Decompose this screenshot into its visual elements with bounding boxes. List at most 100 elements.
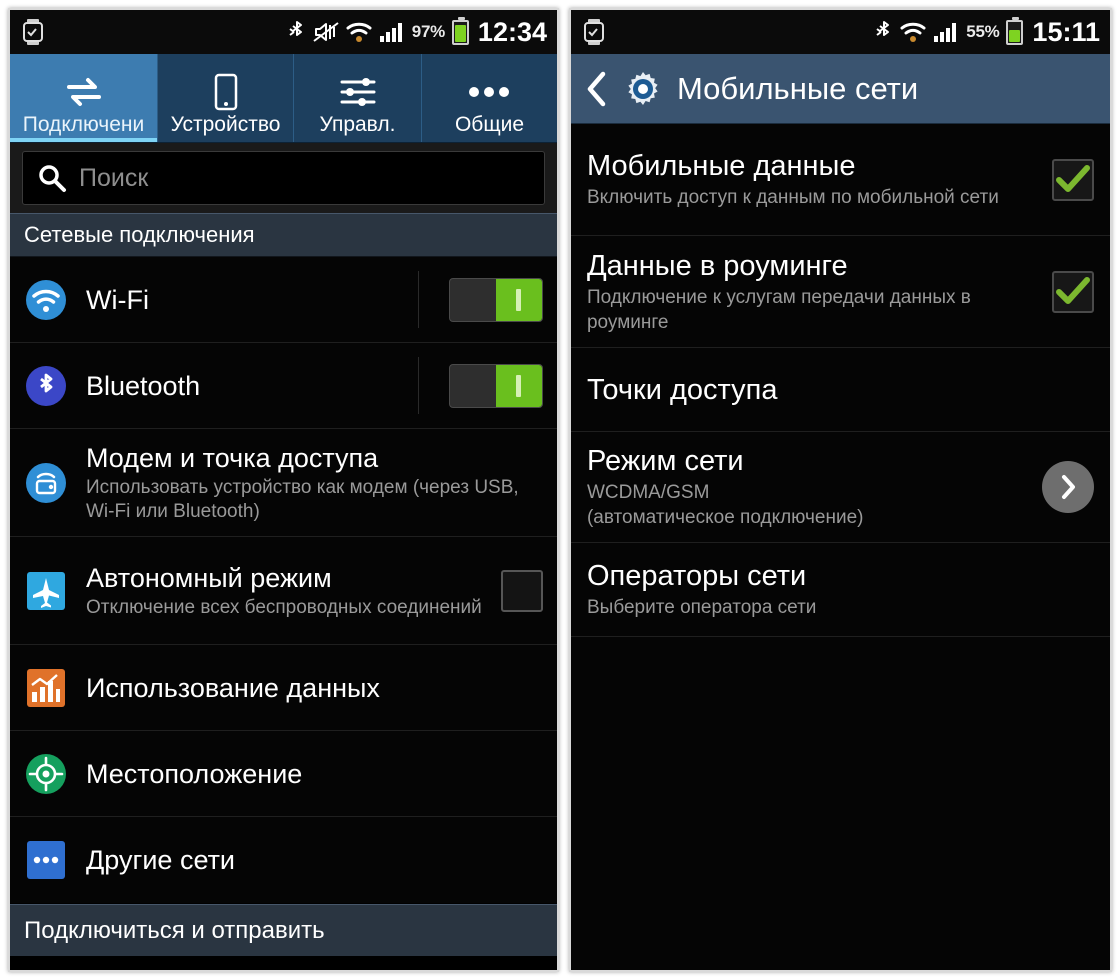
network-mode-arrow-button[interactable] <box>1042 461 1094 513</box>
list-item-network-mode[interactable]: Режим сети WCDMA/GSM (автоматическое под… <box>570 432 1110 543</box>
section-header-network-connections: Сетевые подключения <box>10 213 557 257</box>
tab-connections[interactable]: Подключени <box>10 54 158 142</box>
mobile-data-checkbox[interactable] <box>1052 158 1094 201</box>
tethering-hotspot-icon <box>24 461 68 505</box>
tab-general[interactable]: Общие <box>422 54 557 142</box>
bottom-bar-connect-and-share[interactable]: Подключиться и отправить <box>10 904 557 956</box>
search-placeholder: Поиск <box>79 163 149 192</box>
airplane-mode-checkbox[interactable] <box>500 569 543 612</box>
settings-tab-bar: Подключени Устройство Управл. Общие <box>10 54 557 143</box>
list-item-subtitle: Включить доступ к данным по мобильной се… <box>586 187 999 208</box>
list-item-network-operators[interactable]: Операторы сети Выберите оператора сети <box>570 543 1110 637</box>
list-item-title: Операторы сети <box>586 560 807 592</box>
more-dots-icon <box>466 72 512 112</box>
status-bar-left-icons <box>22 19 44 45</box>
bluetooth-icon <box>288 19 306 45</box>
list-item-title: Мобильные данные <box>586 150 856 182</box>
right-status-bar: 55% 15:11 <box>570 10 1110 54</box>
location-target-icon <box>24 752 68 796</box>
connections-arrows-icon <box>63 72 105 112</box>
sound-muted-icon <box>313 20 339 44</box>
bottom-bar-label: Подключиться и отправить <box>24 916 325 944</box>
list-item-title: Другие сети <box>86 845 236 875</box>
empty-list-area <box>570 637 1110 970</box>
more-networks-dots-icon <box>24 838 68 882</box>
toggle-knob <box>495 278 542 321</box>
status-bar-right-icons: 97% 12:34 <box>288 16 547 47</box>
wifi-icon <box>900 20 926 44</box>
chevron-right-icon[interactable] <box>1042 461 1094 513</box>
status-bar-clock: 15:11 <box>1032 16 1100 47</box>
screenshot-root: 97% 12:34 Подключени Устройство Управл. … <box>0 0 1120 980</box>
list-item-data-roaming[interactable]: Данные в роуминге Подключение к услугам … <box>570 236 1110 348</box>
signal-bars-icon <box>933 20 959 44</box>
tab-device[interactable]: Устройство <box>158 54 294 142</box>
left-status-bar: 97% 12:34 <box>10 10 557 54</box>
list-item-subtitle: Выберите оператора сети <box>586 597 817 618</box>
battery-percent-label: 55% <box>966 22 1000 41</box>
list-item-text: Модем и точка доступа Использовать устро… <box>86 430 543 536</box>
list-item-other-networks[interactable]: Другие сети <box>10 817 557 903</box>
checkbox-unchecked[interactable] <box>500 569 543 612</box>
data-roaming-checkbox[interactable] <box>1052 270 1094 313</box>
list-item-text: Местоположение <box>86 746 543 802</box>
tab-controls-label: Управл. <box>319 113 396 136</box>
checkbox-checked[interactable] <box>1052 158 1094 201</box>
row-divider <box>417 271 419 328</box>
smartwatch-icon <box>583 19 605 45</box>
page-title: Мобильные сети <box>676 70 919 106</box>
toggle-switch[interactable] <box>448 277 543 322</box>
settings-gear-icon[interactable] <box>623 69 663 109</box>
list-item-text: Wi-Fi <box>86 272 418 328</box>
list-item-access-points[interactable]: Точки доступа <box>570 348 1110 432</box>
data-usage-chart-icon <box>24 666 68 710</box>
bluetooth-icon <box>24 364 68 408</box>
list-item-title: Местоположение <box>86 758 303 789</box>
list-item-text: Bluetooth <box>86 358 418 414</box>
list-item-mobile-data[interactable]: Мобильные данные Включить доступ к данны… <box>570 124 1110 236</box>
status-bar-left-icons <box>583 19 605 45</box>
tab-general-label: Общие <box>454 113 525 136</box>
search-input[interactable]: Поиск <box>22 151 545 205</box>
list-item-text: Автономный режим Отключение всех беспров… <box>86 550 487 632</box>
list-item-bluetooth[interactable]: Bluetooth <box>10 343 557 429</box>
list-item-location[interactable]: Местоположение <box>10 731 557 817</box>
list-item-text: Другие сети <box>86 832 543 888</box>
list-item-title: Bluetooth <box>86 370 201 401</box>
list-item-subtitle: Использовать устройство как модем (через… <box>86 476 519 522</box>
list-item-text: Данные в роуминге Подключение к услугам … <box>587 237 1036 347</box>
list-item-data-usage[interactable]: Использование данных <box>10 645 557 731</box>
search-bar-container: Поиск <box>10 143 557 213</box>
list-item-subtitle: Подключение к услугам передачи данных в … <box>586 286 971 333</box>
checkbox-checked[interactable] <box>1052 270 1094 313</box>
list-item-title: Wi-Fi <box>86 284 149 315</box>
tab-controls[interactable]: Управл. <box>294 54 422 142</box>
list-item-title: Модем и точка доступа <box>86 442 379 473</box>
list-item-airplane-mode[interactable]: Автономный режим Отключение всех беспров… <box>10 537 557 645</box>
wifi-icon <box>346 20 372 44</box>
list-item-text: Операторы сети Выберите оператора сети <box>587 547 1094 632</box>
list-item-tethering[interactable]: Модем и точка доступа Использовать устро… <box>10 429 557 537</box>
row-divider <box>417 357 419 414</box>
list-item-subtitle: WCDMA/GSM (автоматическое подключение) <box>586 482 864 528</box>
toggle-switch[interactable] <box>448 363 543 408</box>
list-item-text: Точки доступа <box>587 361 1094 419</box>
back-chevron-icon[interactable] <box>585 70 609 108</box>
wifi-toggle[interactable] <box>448 277 543 322</box>
tab-connections-label: Подключени <box>22 113 145 136</box>
list-item-title: Автономный режим <box>86 562 332 593</box>
signal-bars-icon <box>379 20 405 44</box>
airplane-icon <box>24 569 68 613</box>
battery-percent-label: 97% <box>411 22 445 41</box>
bluetooth-toggle[interactable] <box>448 363 543 408</box>
status-bar-clock: 12:34 <box>477 16 547 47</box>
list-item-title: Режим сети <box>586 445 744 477</box>
app-header: Мобильные сети <box>570 54 1110 124</box>
battery-icon <box>451 16 469 45</box>
list-item-text: Режим сети WCDMA/GSM (автоматическое под… <box>587 432 1026 542</box>
sliders-controls-icon <box>338 72 378 112</box>
bluetooth-icon <box>875 19 893 45</box>
list-item-text: Мобильные данные Включить доступ к данны… <box>587 137 1036 222</box>
status-bar-right-icons: 55% 15:11 <box>875 16 1100 47</box>
list-item-wifi[interactable]: Wi-Fi <box>10 257 557 343</box>
